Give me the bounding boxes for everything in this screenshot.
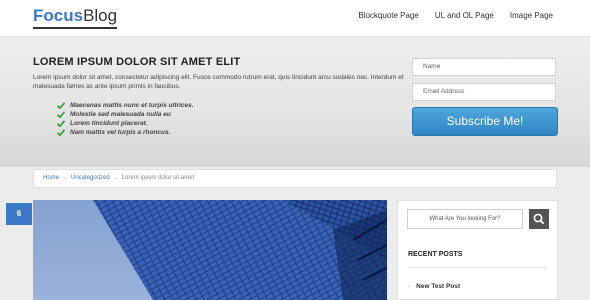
name-field[interactable]: Name [412,58,556,76]
email-field[interactable]: Email Address [412,83,556,101]
checklist-item-text: Nam mattis vel turpis a rhoncus. [70,129,171,136]
checklist-item-text: Molestie sed malesuada nulla eu [70,111,171,118]
recent-posts-title: RECENT POSTS [408,251,463,258]
checklist-item: Maecenas mattis nunc et turpis ultrices. [57,101,194,110]
main-nav: Blockquote Page UL and OL Page Image Pag… [358,11,553,20]
checklist-item: Molestie sed malesuada nulla eu [57,110,194,119]
check-icon [57,120,65,127]
sidebar: What Are You looking For? RECENT POSTS -… [397,200,558,300]
post-date-badge: 6 [6,203,32,225]
checklist-item-text: Lorem tincidunt placerat. [70,120,148,127]
recent-post-link[interactable]: - New Test Post [408,283,460,290]
checklist-item: Lorem tincidunt placerat. [57,119,194,128]
check-icon [57,102,65,109]
bullet-icon: - [408,283,411,290]
search-icon [533,213,545,225]
logo-part-focus: Focus [33,6,84,25]
search-button[interactable] [529,209,549,229]
nav-item-ul-ol-page[interactable]: UL and OL Page [435,11,494,20]
breadcrumb-home[interactable]: Home [43,175,59,181]
checklist-item: Nam mattis vel turpis a rhoncus. [57,128,194,137]
search-input[interactable]: What Are You looking For? [407,209,523,229]
logo-part-blog: Blog [83,6,118,25]
feature-checklist: Maecenas mattis nunc et turpis ultrices.… [57,101,194,137]
check-icon [57,111,65,118]
check-icon [57,129,65,136]
building-image [33,200,387,300]
hero-title: LOREM IPSUM DOLOR SIT AMET ELIT [33,56,241,68]
post-featured-image[interactable] [33,200,387,300]
subscribe-button[interactable]: Subscribe Me! [412,107,558,136]
hero-description: Lorem ipsum dolor sit amet, consectetur … [33,74,404,90]
site-logo[interactable]: FocusBlog [33,6,118,29]
breadcrumb: Home → Uncategorized → Lorem ipsum dolor sit… [33,169,557,188]
breadcrumb-separator: → [112,175,119,181]
breadcrumb-category[interactable]: Uncategorized [71,175,110,181]
header: FocusBlog Blockquote Page UL and OL Page… [0,0,590,37]
breadcrumb-current: Lorem ipsum dolor sit amet [121,175,195,181]
hero-section: LOREM IPSUM DOLOR SIT AMET ELIT Lorem ip… [0,37,590,167]
nav-item-image-page[interactable]: Image Page [510,11,553,20]
checklist-item-text: Maecenas mattis nunc et turpis ultrices. [70,102,194,109]
divider [408,267,548,268]
recent-post-title: New Test Post [416,283,461,290]
breadcrumb-separator: → [62,175,69,181]
nav-item-blockquote-page[interactable]: Blockquote Page [358,11,419,20]
